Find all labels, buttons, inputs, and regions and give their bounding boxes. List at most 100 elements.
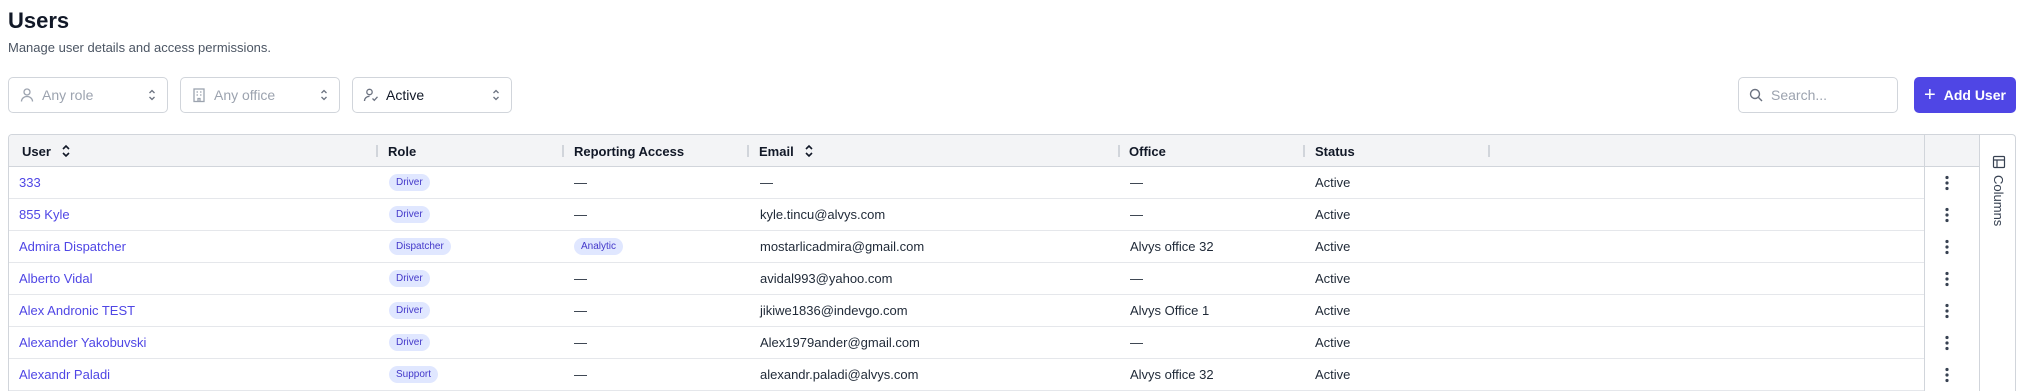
columns-label: Columns xyxy=(1991,175,2006,227)
role-badge-chip: Dispatcher xyxy=(389,238,451,255)
columns-panel-tab[interactable]: Columns xyxy=(1980,155,2015,255)
add-user-button[interactable]: + Add User xyxy=(1914,77,2016,113)
row-actions-menu[interactable] xyxy=(1937,359,1957,390)
sort-icon[interactable] xyxy=(804,144,814,158)
email-cell: Alex1979ander@gmail.com xyxy=(760,335,920,350)
column-header-label: Status xyxy=(1315,143,1355,159)
email-cell: — xyxy=(760,175,773,190)
status-cell: Active xyxy=(1315,207,1351,222)
role-badge: Driver xyxy=(389,167,430,198)
users-table: User Role Reporting Access Email Office … xyxy=(8,134,2016,391)
column-header-user[interactable]: User xyxy=(22,135,71,167)
user-status-icon xyxy=(363,87,379,103)
user-name-link[interactable]: 855 Kyle xyxy=(19,199,70,230)
row-actions-menu[interactable] xyxy=(1937,295,1957,326)
reporting-access: — xyxy=(574,335,587,350)
search-box[interactable] xyxy=(1738,77,1898,113)
column-resizer[interactable] xyxy=(1118,145,1120,157)
role-badge-chip: Driver xyxy=(389,270,430,287)
role-badge: Driver xyxy=(389,327,430,358)
role-badge: Driver xyxy=(389,199,430,230)
column-header-reporting-access[interactable]: Reporting Access xyxy=(574,135,684,167)
more-vertical-icon xyxy=(1945,303,1949,318)
status-cell: Active xyxy=(1315,239,1351,254)
user-icon xyxy=(19,87,35,103)
chevron-updown-icon xyxy=(147,88,157,102)
row-actions-menu[interactable] xyxy=(1937,327,1957,358)
user-name-link[interactable]: Alexander Yakobuvski xyxy=(19,327,146,358)
actions-header xyxy=(1925,135,1979,167)
table-row: 333 Driver — — — Active xyxy=(9,167,1949,199)
column-resizer[interactable] xyxy=(1488,145,1490,157)
page-title: Users xyxy=(8,8,70,33)
chevron-updown-icon xyxy=(319,88,329,102)
row-actions-menu[interactable] xyxy=(1937,167,1957,198)
column-header-label: Email xyxy=(759,143,794,159)
more-vertical-icon xyxy=(1945,335,1949,350)
table-row: Alexandr Paladi Support — alexandr.paladi@a… xyxy=(9,359,1949,391)
email-cell: jikiwe1836@indevgo.com xyxy=(760,303,908,318)
role-badge-chip: Driver xyxy=(389,302,430,319)
role-filter[interactable]: Any role xyxy=(8,77,168,113)
row-actions-menu[interactable] xyxy=(1937,231,1957,262)
user-name-link[interactable]: Alberto Vidal xyxy=(19,263,92,294)
reporting-access: — xyxy=(574,367,587,382)
building-icon xyxy=(191,87,207,103)
column-header-status[interactable]: Status xyxy=(1315,135,1355,167)
table-header: User Role Reporting Access Email Office … xyxy=(9,135,1925,167)
column-header-email[interactable]: Email xyxy=(759,135,814,167)
column-header-label: Reporting Access xyxy=(574,143,685,159)
plus-icon: + xyxy=(1924,84,1936,106)
reporting-access: — xyxy=(574,271,587,286)
more-vertical-icon xyxy=(1945,239,1949,254)
reporting-access: — xyxy=(574,207,587,222)
user-name-link[interactable]: Admira Dispatcher xyxy=(19,231,126,262)
more-vertical-icon xyxy=(1945,271,1949,286)
office-filter-label: Any office xyxy=(214,87,276,103)
search-input[interactable] xyxy=(1771,87,1886,103)
email-cell: mostarlicadmira@gmail.com xyxy=(760,239,925,254)
user-name-link[interactable]: 333 xyxy=(19,167,41,198)
reporting-access: — xyxy=(574,303,587,318)
user-name-link[interactable]: Alexandr Paladi xyxy=(19,359,110,390)
office-cell: Alvys Office 1 xyxy=(1130,303,1210,318)
role-badge: Driver xyxy=(389,263,430,294)
row-actions-menu[interactable] xyxy=(1937,199,1957,230)
status-filter[interactable]: Active xyxy=(352,77,512,113)
status-cell: Active xyxy=(1315,303,1351,318)
column-header-role[interactable]: Role xyxy=(388,135,416,167)
sort-icon[interactable] xyxy=(61,144,71,158)
row-actions-menu[interactable] xyxy=(1937,263,1957,294)
table-row: Alex Andronic TEST Driver — jikiwe1836@inde… xyxy=(9,295,1949,327)
user-name-link[interactable]: Alex Andronic TEST xyxy=(19,295,135,326)
reporting-access: — xyxy=(574,175,587,190)
role-filter-label: Any role xyxy=(42,87,94,103)
more-vertical-icon xyxy=(1945,175,1949,190)
column-header-label: Role xyxy=(388,143,417,159)
column-header-office[interactable]: Office xyxy=(1129,135,1166,167)
role-badge: Dispatcher xyxy=(389,231,451,262)
office-filter[interactable]: Any office xyxy=(180,77,340,113)
office-cell: — xyxy=(1130,271,1143,286)
column-resizer[interactable] xyxy=(1303,145,1305,157)
more-vertical-icon xyxy=(1945,207,1949,222)
column-header-label: Office xyxy=(1129,143,1166,159)
table-row: Alberto Vidal Driver — avidal993@yahoo.com —… xyxy=(9,263,1949,295)
role-badge-chip: Driver xyxy=(389,174,430,191)
table-row: Admira Dispatcher Dispatcher Analytic mosta… xyxy=(9,231,1949,263)
office-cell: Alvys office 32 xyxy=(1130,367,1214,382)
column-resizer[interactable] xyxy=(747,145,749,157)
column-resizer[interactable] xyxy=(376,145,378,157)
columns-icon xyxy=(1992,155,2006,169)
column-resizer[interactable] xyxy=(562,145,564,157)
role-badge-chip: Driver xyxy=(389,206,430,223)
search-icon xyxy=(1749,88,1771,102)
status-cell: Active xyxy=(1315,271,1351,286)
more-vertical-icon xyxy=(1945,367,1949,382)
role-badge: Support xyxy=(389,359,439,390)
role-badge: Driver xyxy=(389,295,430,326)
column-header-label: User xyxy=(22,143,51,159)
email-cell: avidal993@yahoo.com xyxy=(760,271,893,286)
reporting-access-chip: Analytic xyxy=(574,238,624,255)
role-badge-chip: Support xyxy=(389,366,439,383)
